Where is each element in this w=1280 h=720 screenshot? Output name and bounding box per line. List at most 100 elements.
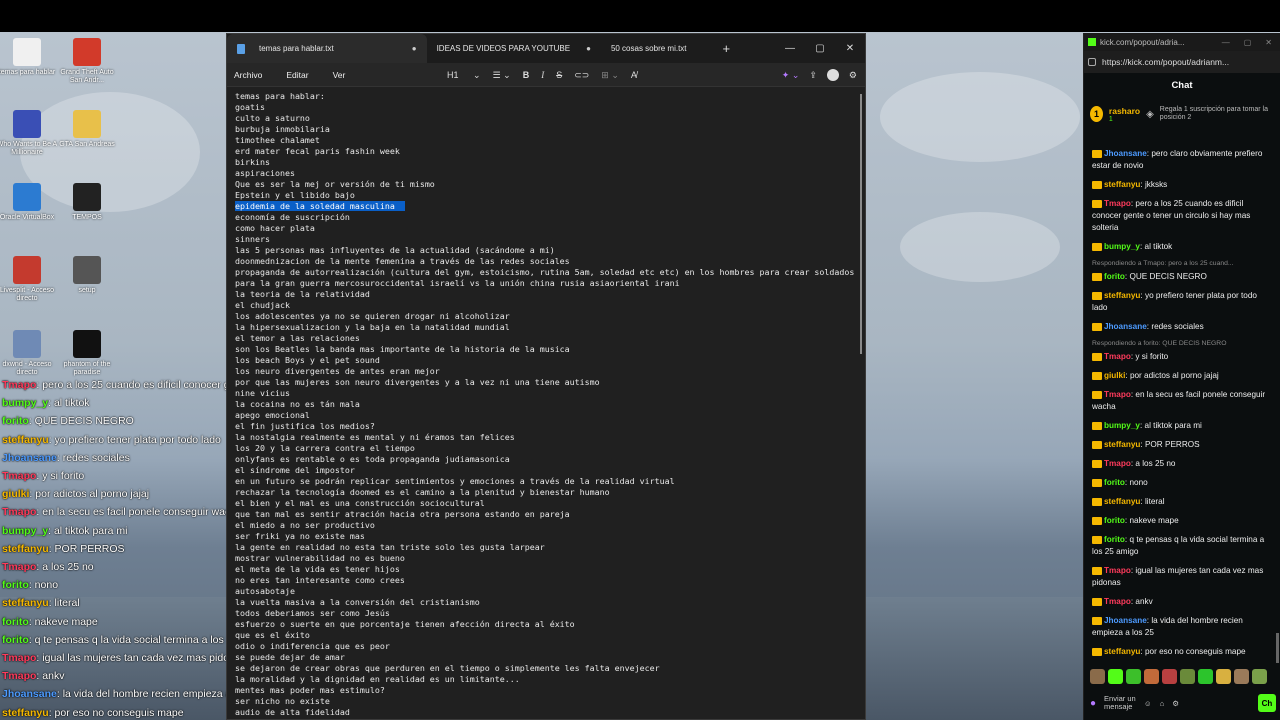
pinned-gift-banner[interactable]: 1 rasharo 1 ◈ Regala 1 suscripción para … xyxy=(1084,97,1280,131)
chat-message[interactable]: Tmapo: pero a los 25 cuando es dificil c… xyxy=(1092,198,1270,234)
chat-username[interactable]: steffanyu xyxy=(1104,180,1140,189)
kick-chat-window[interactable]: kick.com/popout/adria... — ▢ ✕ https://k… xyxy=(1083,33,1280,720)
desktop-icon[interactable]: phantom of the paradise xyxy=(56,330,118,377)
menu-archivo[interactable]: Archivo xyxy=(234,70,262,80)
chat-message[interactable]: steffanyu: jkksks xyxy=(1092,179,1270,191)
desktop-icon[interactable]: Livesplit - Acceso directo xyxy=(0,256,58,303)
chat-username[interactable]: Tmapo xyxy=(1104,459,1131,468)
chat-message[interactable]: steffanyu: literal xyxy=(1092,496,1270,508)
desktop-icon[interactable]: Grand Theft Auto San Andr... xyxy=(56,38,118,85)
text-editor[interactable]: temas para hablar: goatis culto a saturno b… xyxy=(227,88,859,720)
chat-message[interactable]: forito: q te pensas q la vida social ter… xyxy=(1092,534,1270,558)
chat-message[interactable]: Tmapo: ankv xyxy=(1092,596,1270,608)
share-icon[interactable]: ⇪ xyxy=(809,70,817,81)
tab-50-cosas[interactable]: 50 cosas sobre mi.txt xyxy=(601,34,697,63)
editor-scrollbar[interactable] xyxy=(860,92,863,712)
chat-username[interactable]: Tmapo xyxy=(1104,352,1131,361)
heading-dropdown[interactable]: H1 ⌄ xyxy=(447,70,481,81)
desktop-icon[interactable]: Who Wants to Be A Millionaire xyxy=(0,110,58,157)
chat-username[interactable]: bumpy_y xyxy=(1104,421,1140,430)
send-button[interactable]: Ch xyxy=(1258,694,1276,712)
emote[interactable] xyxy=(1216,669,1231,684)
chat-username[interactable]: forito xyxy=(1104,535,1125,544)
chat-message[interactable]: Tmapo: en la secu es facil ponele conseg… xyxy=(1092,389,1270,413)
chat-message[interactable]: steffanyu: por eso no conseguis mape xyxy=(1092,646,1270,658)
chat-input[interactable]: ● Enviar un mensaje ☺ ⌂ ⚙ Ch xyxy=(1090,691,1276,715)
menu-editar[interactable]: Editar xyxy=(286,70,308,80)
chat-username[interactable]: Tmapo xyxy=(1104,597,1131,606)
chat-message[interactable]: giulki: por adictos al porno jajaj xyxy=(1092,370,1270,382)
chat-message[interactable]: Tmapo: y si forito xyxy=(1092,351,1270,363)
desktop-icon[interactable]: TEMPOS xyxy=(56,183,118,222)
strikethrough-icon[interactable]: S xyxy=(556,70,562,80)
maximize-button[interactable]: ▢ xyxy=(1244,38,1252,47)
emote[interactable] xyxy=(1252,669,1267,684)
chat-username[interactable]: Jhoansane xyxy=(1104,149,1147,158)
close-button[interactable]: ✕ xyxy=(1265,38,1272,47)
emote[interactable] xyxy=(1126,669,1141,684)
notepad-window[interactable]: temas para hablar.txt ● IDEAS DE VIDEOS … xyxy=(226,33,866,720)
chat-message[interactable]: Tmapo: a los 25 no xyxy=(1092,458,1270,470)
chat-username[interactable]: forito xyxy=(1104,516,1125,525)
chat-username[interactable]: Tmapo xyxy=(1104,566,1131,575)
emote[interactable] xyxy=(1144,669,1159,684)
microphone-icon[interactable]: ● xyxy=(1090,698,1096,709)
avatar[interactable] xyxy=(826,69,839,81)
emoji-icon[interactable]: ☺ xyxy=(1144,699,1152,708)
clear-format-icon[interactable]: A̸ xyxy=(631,70,637,80)
chat-username[interactable]: Tmapo xyxy=(1104,390,1131,399)
chat-message[interactable]: Jhoansane: pero claro obviamente prefier… xyxy=(1092,148,1270,172)
desktop-icon[interactable]: Oracle VirtualBox xyxy=(0,183,58,222)
emote[interactable] xyxy=(1090,669,1105,684)
chat-username[interactable]: steffanyu xyxy=(1104,440,1140,449)
maximize-button[interactable]: ▢ xyxy=(805,34,835,63)
chat-message[interactable]: bumpy_y: al tiktok xyxy=(1092,241,1270,253)
chat-message[interactable]: steffanyu: POR PERROS xyxy=(1092,439,1270,451)
chat-message[interactable]: forito: QUE DECIS NEGRO xyxy=(1092,271,1270,283)
desktop-icon[interactable]: setup xyxy=(56,256,118,295)
reply-context[interactable]: Respondiendo a forito: QUE DECIS NEGRO xyxy=(1092,340,1226,347)
chat-username[interactable]: steffanyu xyxy=(1104,291,1140,300)
list-icon[interactable]: ☰ ⌄ xyxy=(493,70,511,81)
chat-username[interactable]: steffanyu xyxy=(1104,497,1140,506)
gear-icon[interactable]: ⚙ xyxy=(849,70,857,81)
chat-username[interactable]: forito xyxy=(1104,478,1125,487)
chat-username[interactable]: Jhoansane xyxy=(1104,616,1147,625)
emote[interactable] xyxy=(1234,669,1249,684)
menu-ver[interactable]: Ver xyxy=(333,70,346,80)
chat-message[interactable]: steffanyu: yo prefiero tener plata por t… xyxy=(1092,290,1270,314)
chat-message[interactable]: bumpy_y: al tiktok para mi xyxy=(1092,420,1270,432)
emote[interactable] xyxy=(1198,669,1213,684)
emote[interactable] xyxy=(1162,669,1177,684)
minimize-button[interactable]: — xyxy=(1222,38,1230,47)
chat-message[interactable]: forito: nakeve mape xyxy=(1092,515,1270,527)
chat-username[interactable]: forito xyxy=(1104,272,1125,281)
gift-icon[interactable]: ⌂ xyxy=(1160,699,1165,708)
close-button[interactable]: ✕ xyxy=(835,34,865,63)
bold-icon[interactable]: B xyxy=(523,70,530,80)
reply-context[interactable]: Respondiendo a Tmapo: pero a los 25 cuan… xyxy=(1092,260,1234,267)
chat-message[interactable]: Jhoansane: redes sociales xyxy=(1092,321,1270,333)
chat-username[interactable]: Jhoansane xyxy=(1104,322,1147,331)
gear-icon[interactable]: ⚙ xyxy=(1172,699,1179,708)
chat-username[interactable]: steffanyu xyxy=(1104,647,1140,656)
desktop-icon[interactable]: dxwnd - Acceso directo xyxy=(0,330,58,377)
copilot-icon[interactable]: ✦ ⌄ xyxy=(782,70,800,81)
link-icon[interactable]: ⊂⊃ xyxy=(574,70,589,81)
tab-temas-para-hablar[interactable]: temas para hablar.txt ● xyxy=(227,34,427,63)
emote[interactable] xyxy=(1180,669,1195,684)
chat-username[interactable]: Tmapo xyxy=(1104,199,1131,208)
table-icon[interactable]: ⊞ ⌄ xyxy=(601,70,619,81)
chat-message[interactable]: Jhoansane: la vida del hombre recien emp… xyxy=(1092,615,1270,639)
chat-message[interactable]: Tmapo: igual las mujeres tan cada vez ma… xyxy=(1092,565,1270,589)
desktop-icon[interactable]: temas para hablar xyxy=(0,38,58,77)
close-tab-icon[interactable]: ● xyxy=(412,44,417,53)
minimize-button[interactable]: — xyxy=(775,34,805,63)
italic-icon[interactable]: I xyxy=(541,70,544,80)
desktop-icon[interactable]: GTA San Andreas xyxy=(56,110,118,149)
chat-username[interactable]: giulki xyxy=(1104,371,1125,380)
address-bar[interactable]: https://kick.com/popout/adrianm... xyxy=(1084,51,1280,73)
tab-ideas-de-videos[interactable]: IDEAS DE VIDEOS PARA YOUTUBE ● xyxy=(427,34,601,63)
emote[interactable] xyxy=(1108,669,1123,684)
chat-message[interactable]: forito: nono xyxy=(1092,477,1270,489)
